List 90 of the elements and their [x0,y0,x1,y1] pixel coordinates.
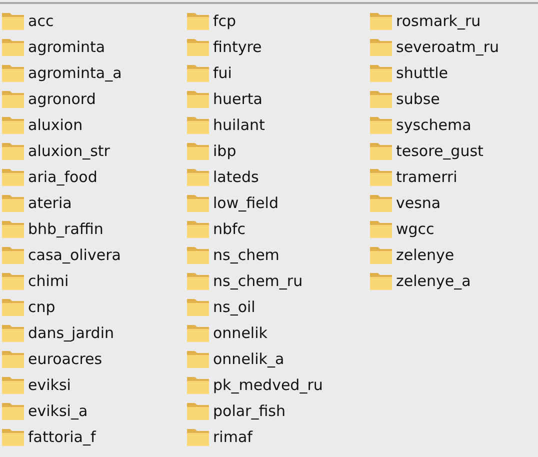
folder-icon [187,220,209,238]
folder-item[interactable]: onnelik_a [185,346,368,372]
folder-icon [187,402,209,420]
folder-icon [370,38,392,56]
folder-item[interactable]: euroacres [0,346,185,372]
folder-icon [2,376,24,394]
folder-item[interactable]: rimaf [185,424,368,450]
folder-icon [2,428,24,446]
folder-item[interactable]: acc [0,8,185,34]
folder-item[interactable]: dans_jardin [0,320,185,346]
folder-icon [187,376,209,394]
folder-icon [187,64,209,82]
folder-icon [2,402,24,420]
folder-icon [2,246,24,264]
folder-item[interactable]: agrominta [0,34,185,60]
folder-icon [2,12,24,30]
folder-item[interactable]: rosmark_ru [368,8,500,34]
folder-item[interactable]: ateria [0,190,185,216]
folder-icon [370,12,392,30]
folder-icon [370,116,392,134]
folder-item[interactable]: syschema [368,112,500,138]
folder-icon [187,142,209,160]
folder-item[interactable]: aluxion_str [0,138,185,164]
folder-item[interactable]: bhb_raffin [0,216,185,242]
folder-icon [2,116,24,134]
folder-icon [187,298,209,316]
folder-item[interactable]: lateds [185,164,368,190]
folder-icon [2,194,24,212]
folder-icon [2,272,24,290]
folder-item[interactable]: tesore_gust [368,138,500,164]
folder-icon [187,116,209,134]
folder-icon [2,168,24,186]
folder-icon [187,350,209,368]
folder-item[interactable]: subse [368,86,500,112]
folder-item[interactable]: fcp [185,8,368,34]
folder-item[interactable]: onnelik [185,320,368,346]
folder-item[interactable]: wgcc [368,216,500,242]
folder-icon [370,246,392,264]
folder-item[interactable]: eviksi_a [0,398,185,424]
folder-item[interactable]: shuttle [368,60,500,86]
folder-item[interactable]: agronord [0,86,185,112]
folder-icon [187,246,209,264]
folder-item[interactable]: aluxion [0,112,185,138]
folder-icon [2,142,24,160]
folder-icon [187,90,209,108]
folder-item[interactable]: aria_food [0,164,185,190]
folder-item[interactable]: chimi [0,268,185,294]
folder-icon [2,38,24,56]
folder-item[interactable]: low_field [185,190,368,216]
folder-item[interactable]: severoatm_ru [368,34,500,60]
folder-icon [370,90,392,108]
folder-icon [2,64,24,82]
folder-item[interactable]: nbfc [185,216,368,242]
folder-item[interactable]: zelenye [368,242,500,268]
folder-item[interactable]: ns_chem_ru [185,268,368,294]
folder-icon [187,272,209,290]
folder-icon [187,194,209,212]
folder-item[interactable]: vesna [368,190,500,216]
folder-icon [2,220,24,238]
folder-item[interactable]: ns_chem [185,242,368,268]
folder-item[interactable]: ns_oil [185,294,368,320]
folder-icon [370,194,392,212]
folder-icon [370,64,392,82]
folder-icon [187,428,209,446]
folder-item[interactable]: huilant [185,112,368,138]
folder-item[interactable]: huerta [185,86,368,112]
folder-item[interactable]: ibp [185,138,368,164]
folder-icon [370,168,392,186]
folder-item[interactable]: tramerri [368,164,500,190]
folder-icon [2,324,24,342]
folder-item[interactable]: zelenye_a [368,268,500,294]
folder-item[interactable]: pk_medved_ru [185,372,368,398]
folder-item[interactable]: agrominta_a [0,60,185,86]
folder-icon [2,298,24,316]
folder-icon [187,38,209,56]
folder-icon [370,142,392,160]
folder-icon [370,220,392,238]
folder-icon [187,12,209,30]
folder-icon [2,350,24,368]
folder-item[interactable]: eviksi [0,372,185,398]
folder-icon [187,168,209,186]
folder-icon [187,324,209,342]
folder-item[interactable]: fui [185,60,368,86]
folder-icon [2,90,24,108]
folder-icon [370,272,392,290]
folder-item[interactable]: polar_fish [185,398,368,424]
folder-item[interactable]: casa_olivera [0,242,185,268]
folder-item[interactable]: fattoria_f [0,424,185,450]
folder-item[interactable]: cnp [0,294,185,320]
folder-item[interactable]: fintyre [185,34,368,60]
